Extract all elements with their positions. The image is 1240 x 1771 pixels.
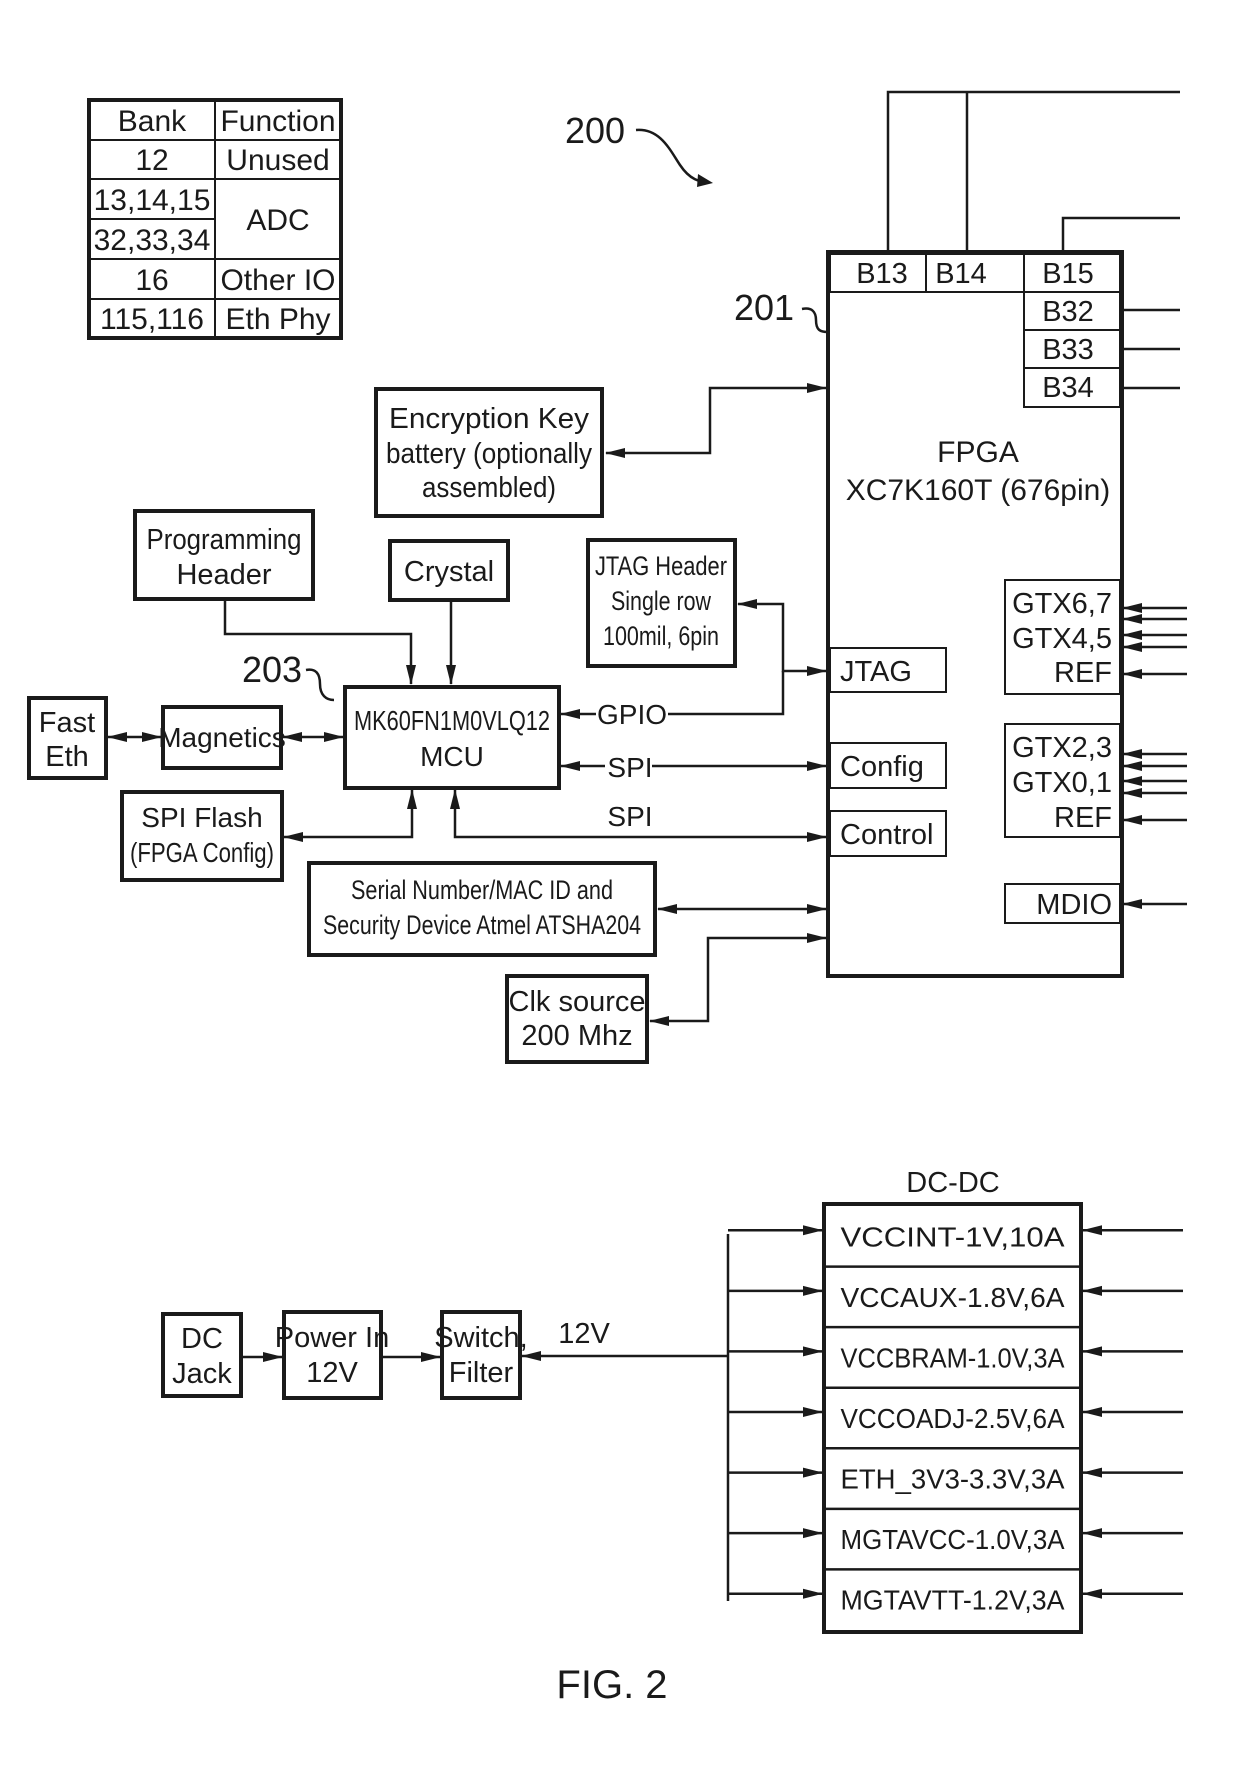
table-cell-function: Eth Phy: [225, 303, 330, 336]
table-cell-function: ADC: [246, 204, 309, 237]
dcdc-rail-label: MGTAVTT-1.2V,3A: [841, 1585, 1065, 1616]
dc-jack-line1: DC: [181, 1323, 223, 1355]
leader-200: [635, 128, 709, 184]
switch-filter-block: Switch, Filter: [434, 1310, 528, 1400]
clk-source-line2: 200 Mhz: [521, 1020, 632, 1052]
gtx-ref-label: REF: [1054, 802, 1112, 834]
crystal-block: Crystal: [388, 539, 510, 602]
power-in-line2: 12V: [306, 1357, 358, 1389]
reference-numeral-203: 203: [242, 649, 302, 690]
jtag-header-line1: JTAG Header: [595, 551, 727, 581]
encryption-key-line2: battery (optionally: [386, 438, 592, 470]
dcdc-block: VCCINT-1V,10A VCCAUX-1.8V,6A VCCBRAM-1.0V,…: [822, 1202, 1183, 1634]
jtag-header-line2: Single row: [611, 586, 711, 616]
leader-201: [801, 307, 829, 334]
bank-b32-label: B32: [1042, 296, 1094, 328]
figure-caption: FIG. 2: [556, 1663, 667, 1707]
table-cell-function: Other IO: [220, 264, 335, 297]
fpga-part-number: XC7K160T (676pin): [846, 474, 1111, 507]
table-cell-bank: 32,33,34: [94, 224, 211, 257]
switch-filter-line2: Filter: [449, 1357, 514, 1389]
gtx-label: GTX6,7: [1012, 588, 1112, 620]
dcdc-rail-label: VCCAUX-1.8V,6A: [841, 1282, 1065, 1313]
gtx-label: GTX0,1: [1012, 767, 1112, 799]
bank-table: Bank Function 12 Unused 13,14,15 32,33,3…: [87, 98, 343, 340]
switch-filter-line1: Switch,: [434, 1322, 527, 1354]
spi-flash-block: SPI Flash (FPGA Config): [120, 790, 284, 882]
gtx-label: GTX4,5: [1012, 623, 1112, 655]
power-in-line1: Power In: [275, 1322, 389, 1354]
fpga-title: FPGA: [937, 436, 1019, 469]
fpga-port-jtag-label: JTAG: [840, 656, 912, 688]
encryption-key-link: [605, 383, 827, 458]
serial-number-line1: Serial Number/MAC ID and: [351, 875, 613, 905]
spi-flash-mcu-link: [283, 789, 417, 842]
spi-flash-line2: (FPGA Config): [130, 837, 274, 868]
reference-numeral-201: 201: [734, 287, 794, 328]
table-cell-bank: 115,116: [100, 303, 204, 336]
mcu-label: MCU: [420, 741, 484, 772]
power-distribution-bus: [608, 1225, 823, 1601]
dcdc-rail-label: VCCINT-1V,10A: [841, 1221, 1065, 1252]
fpga-block: B13 B14 B15 B32 B33 B34 FPGA XC7K160T (6…: [826, 250, 1124, 978]
programming-header-line2: Header: [176, 559, 271, 591]
fast-eth-line2: Eth: [45, 741, 89, 773]
jtag-header-line3: 100mil, 6pin: [603, 621, 719, 651]
crystal-label: Crystal: [404, 556, 494, 588]
spi-flash-line1: SPI Flash: [141, 802, 262, 833]
dcdc-rail-label: MGTAVCC-1.0V,3A: [841, 1524, 1065, 1555]
mcu-part-number: MK60FN1M0VLQ12: [354, 705, 550, 736]
bank-b13-label: B13: [856, 258, 908, 290]
signal-spi-control-label: SPI: [607, 801, 652, 832]
leader-200-arrowhead: [697, 174, 713, 187]
table-cell-bank: 13,14,15: [94, 184, 211, 217]
jtag-header-block: JTAG Header Single row 100mil, 6pin: [586, 538, 737, 668]
table-cell-bank: 16: [135, 264, 168, 297]
clk-source-block: Clk source 200 Mhz: [505, 974, 649, 1064]
table-header-bank: Bank: [118, 105, 187, 138]
fast-eth-line1: Fast: [39, 707, 95, 739]
table-cell-bank: 12: [135, 144, 168, 177]
gtx-ref-label: REF: [1054, 657, 1112, 689]
table-header-function: Function: [220, 105, 335, 138]
gpio-link: [668, 671, 785, 716]
gtx-label: GTX2,3: [1012, 732, 1112, 764]
bank-b15-label: B15: [1042, 258, 1094, 290]
dcdc-rail-label: VCCOADJ-2.5V,6A: [841, 1403, 1065, 1434]
block-diagram: Bank Function 12 Unused 13,14,15 32,33,3…: [27, 90, 1187, 1707]
clk-source-fpga-link: [649, 933, 827, 1026]
bank-b14-label: B14: [935, 258, 987, 290]
dc-jack-block: DC Jack: [161, 1312, 243, 1398]
fast-eth-block: Fast Eth: [27, 696, 108, 780]
reference-numeral-200: 200: [565, 110, 625, 151]
power-12v-label: 12V: [558, 1318, 610, 1350]
clk-source-line1: Clk source: [509, 986, 646, 1018]
bank-b34-label: B34: [1042, 372, 1094, 404]
signal-gpio-label: GPIO: [597, 699, 667, 730]
serial-number-line2: Security Device Atmel ATSHA204: [323, 910, 641, 940]
power-in-block: Power In 12V: [275, 1310, 389, 1400]
dcdc-rail-label: VCCBRAM-1.0V,3A: [841, 1342, 1065, 1373]
encryption-key-line1: Encryption Key: [389, 403, 590, 435]
fpga-port-config-label: Config: [840, 751, 924, 783]
leader-203: [305, 668, 335, 702]
magnetics-block: Magnetics: [158, 705, 286, 770]
programming-header-line1: Programming: [147, 524, 302, 556]
table-cell-function: Unused: [226, 144, 329, 177]
gtx-input-arrows: [1122, 603, 1187, 909]
serial-number-block: Serial Number/MAC ID and Security Device…: [307, 861, 657, 957]
fpga-port-mdio-label: MDIO: [1036, 889, 1112, 921]
dc-jack-line2: Jack: [172, 1358, 232, 1390]
programming-header-block: Programming Header: [133, 509, 315, 601]
signal-spi-config-label: SPI: [607, 752, 652, 783]
encryption-key-block: Encryption Key battery (optionally assem…: [374, 387, 604, 518]
fpga-port-control-label: Control: [840, 819, 934, 851]
bank-b33-label: B33: [1042, 334, 1094, 366]
dcdc-rail-label: ETH_3V3-3.3V,3A: [841, 1464, 1065, 1495]
dcdc-title: DC-DC: [906, 1167, 999, 1199]
magnetics-label: Magnetics: [158, 722, 286, 753]
encryption-key-line3: assembled): [422, 472, 556, 504]
mcu-block: MK60FN1M0VLQ12 MCU: [343, 685, 561, 790]
jtag-header-to-fpga-link: [737, 599, 827, 676]
